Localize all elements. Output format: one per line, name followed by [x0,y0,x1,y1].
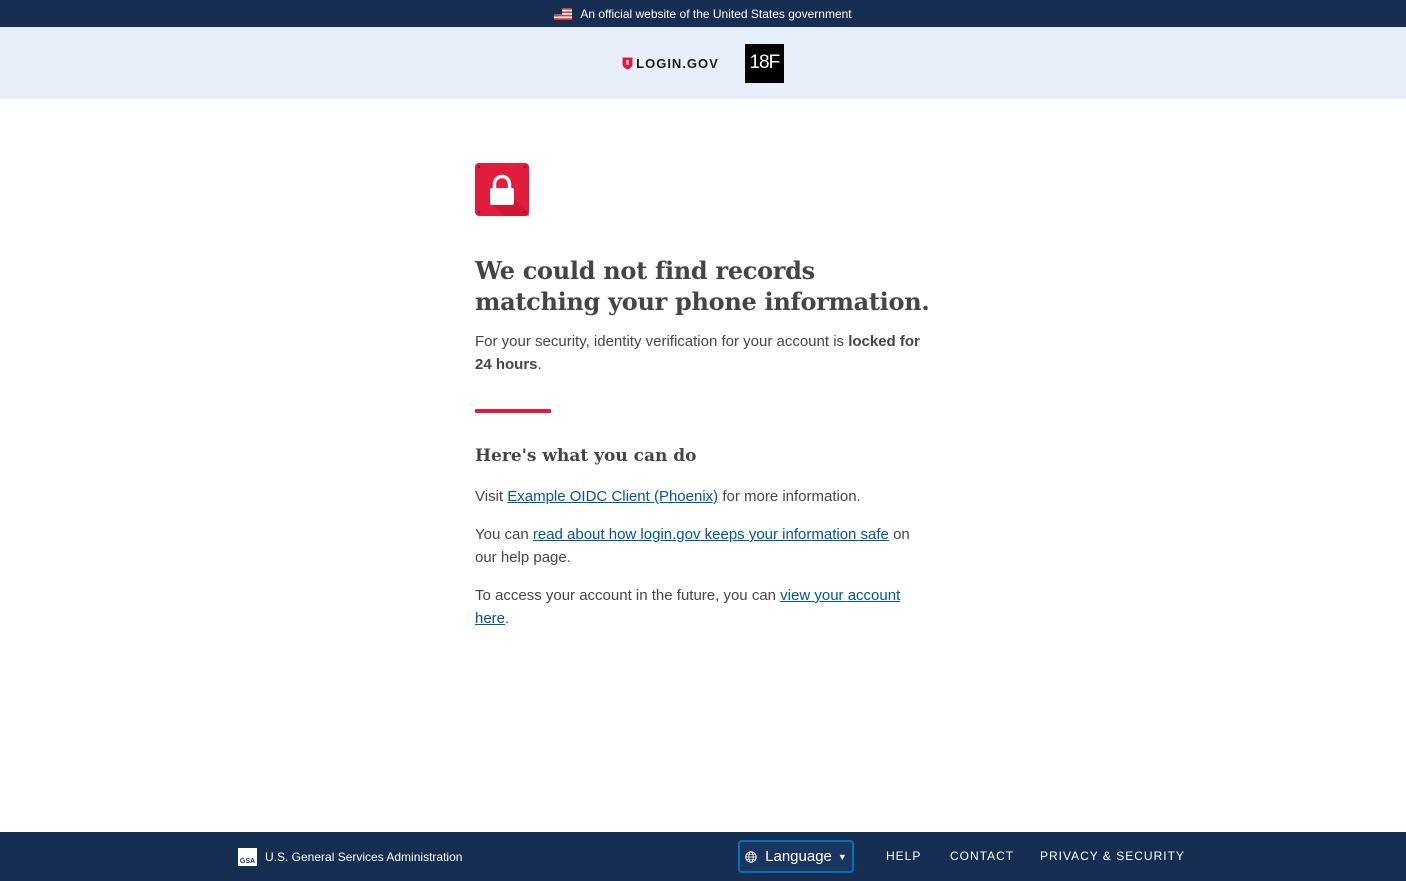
footer-link-privacy[interactable]: PRIVACY & SECURITY [1040,849,1185,863]
us-flag-icon [554,7,573,20]
help-security-link[interactable]: read about how login.gov keeps your info… [533,526,889,543]
lock-message-end: . [537,356,542,373]
language-button[interactable]: Language ▼ [738,840,854,873]
gov-banner: An official website of the United States… [0,0,1406,27]
site-footer: GSA U.S. General Services Administration… [0,832,1406,881]
access-paragraph: To access your account in the future, yo… [475,584,935,630]
gov-banner-text: An official website of the United States… [580,6,852,21]
footer-link-help[interactable]: HELP [886,849,921,863]
visit-text: Visit [475,488,508,505]
read-paragraph: You can read about how login.gov keeps y… [475,523,935,569]
language-label: Language [765,848,832,865]
gsa-agency[interactable]: GSA U.S. General Services Administration [238,848,462,866]
caret-down-icon: ▼ [837,851,847,862]
login-gov-logo[interactable]: LOGIN.GOV [622,56,719,71]
brand-name: LOGIN.GOV [636,55,719,71]
lock-message: For your security, identity verification… [475,330,935,376]
footer-link-contact[interactable]: CONTACT [950,849,1014,863]
site-header: LOGIN.GOV 18F [0,27,1406,99]
page-title: We could not find records matching your … [475,256,930,316]
access-text: To access your account in the future, yo… [475,587,781,604]
access-text-end: . [505,610,510,627]
main-content: We could not find records matching your … [475,163,935,645]
sp-link[interactable]: Example OIDC Client (Phoenix) [507,488,718,505]
visit-text-end: for more information. [718,488,861,505]
gsa-logo: GSA [238,848,257,866]
section-divider [475,409,551,413]
partner-logo-18f: 18F [744,43,784,83]
section-heading: Here's what you can do [475,446,697,466]
lock-icon [475,163,529,216]
visit-paragraph: Visit Example OIDC Client (Phoenix) for … [475,485,935,508]
agency-name: U.S. General Services Administration [265,850,463,864]
read-text: You can [475,526,533,543]
lock-message-text: For your security, identity verification… [475,333,849,350]
shield-icon [622,57,633,69]
globe-icon [745,850,757,863]
